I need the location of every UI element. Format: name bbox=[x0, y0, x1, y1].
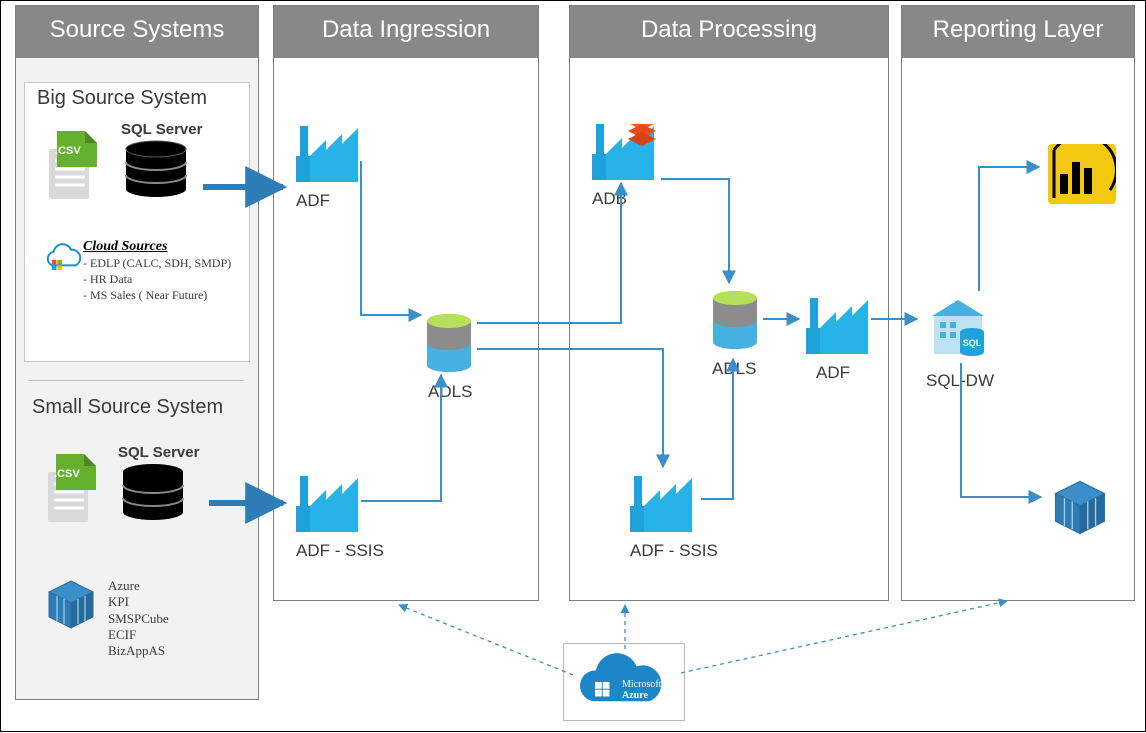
adb-label: ADB bbox=[592, 189, 656, 209]
csv-badge-text-small: .CSV bbox=[54, 468, 80, 480]
big-source-title: Big Source System bbox=[37, 87, 207, 110]
cube-item: SMSPCube bbox=[108, 611, 169, 627]
sqlserver-icon: SQL Server bbox=[121, 121, 221, 203]
adf-process-label: ADF bbox=[816, 363, 870, 383]
adf-label: ADF bbox=[296, 191, 360, 211]
source-divider bbox=[28, 380, 244, 381]
cube-item: BizAppAS bbox=[108, 643, 169, 659]
cloud-source-item: - EDLP (CALC, SDH, SMDP) bbox=[83, 255, 241, 271]
cloud-sources-title: Cloud Sources bbox=[83, 239, 241, 255]
panel-process: Data Processing ADB bbox=[569, 5, 889, 601]
adf-ssis-label: ADF - SSIS bbox=[296, 541, 384, 561]
panel-source: Source Systems Big Source System .CSV bbox=[15, 5, 259, 700]
panel-ingress-title: Data Ingression bbox=[274, 6, 538, 58]
big-source-box: Big Source System .CSV SQL Server bbox=[24, 82, 250, 362]
svg-text:SQL: SQL bbox=[963, 338, 982, 348]
csv-file-icon-small: .CSV bbox=[40, 454, 100, 526]
powerbi-icon bbox=[1048, 144, 1116, 209]
adf-factory-icon: ADF bbox=[296, 126, 360, 211]
adf-ssis-process-label173: ADF - SSIS bbox=[630, 541, 718, 561]
cloud-source-item: - MS Sales ( Near Future) bbox=[83, 287, 241, 303]
adf-process-icon: ADF bbox=[806, 298, 870, 383]
sqldw-label: SQL-DW bbox=[926, 371, 994, 391]
panel-report-title: Reporting Layer bbox=[902, 6, 1134, 58]
azure-cloud-footer: Microsoft Azure bbox=[563, 643, 685, 721]
report-cube-icon bbox=[1050, 478, 1110, 543]
azure-brand-2: Azure bbox=[622, 691, 661, 702]
cloud-icon bbox=[39, 243, 83, 273]
panel-source-title: Source Systems bbox=[16, 6, 258, 58]
panel-report: Reporting Layer bbox=[901, 5, 1135, 601]
sqlserver-label-small: SQL Server bbox=[118, 444, 218, 461]
adls-label: ADLS bbox=[428, 382, 474, 402]
cloud-source-item: - HR Data bbox=[83, 271, 241, 287]
sqlserver-icon-small: SQL Server bbox=[118, 444, 218, 526]
cube-item: ECIF bbox=[108, 627, 169, 643]
adf-ssis-process-icon: ADF - SSIS bbox=[630, 476, 718, 561]
adls-process-label: ADLS bbox=[712, 359, 760, 379]
sqlserver-label: SQL Server bbox=[121, 121, 221, 138]
azure-cube-icon bbox=[44, 578, 98, 637]
csv-file-icon: .CSV bbox=[41, 131, 101, 203]
panel-process-title: Data Processing bbox=[570, 6, 888, 58]
adls-icon: ADLS bbox=[424, 313, 474, 402]
csv-badge-text: .CSV bbox=[55, 145, 81, 157]
azure-brand-1: Microsoft bbox=[622, 680, 661, 691]
adls-process-icon: ADLS bbox=[710, 290, 760, 379]
adf-ssis-factory-icon: ADF - SSIS bbox=[296, 476, 384, 561]
panel-ingress: Data Ingression ADF ADLS bbox=[273, 5, 539, 601]
small-source-title: Small Source System bbox=[32, 396, 223, 419]
sqldw-icon: SQL SQL-DW bbox=[926, 298, 994, 391]
cube-item: Azure bbox=[108, 578, 169, 594]
adb-icon: ADB bbox=[592, 124, 656, 209]
cube-item: KPI bbox=[108, 594, 169, 610]
cloud-sources-block: Cloud Sources - EDLP (CALC, SDH, SMDP) -… bbox=[41, 239, 241, 304]
